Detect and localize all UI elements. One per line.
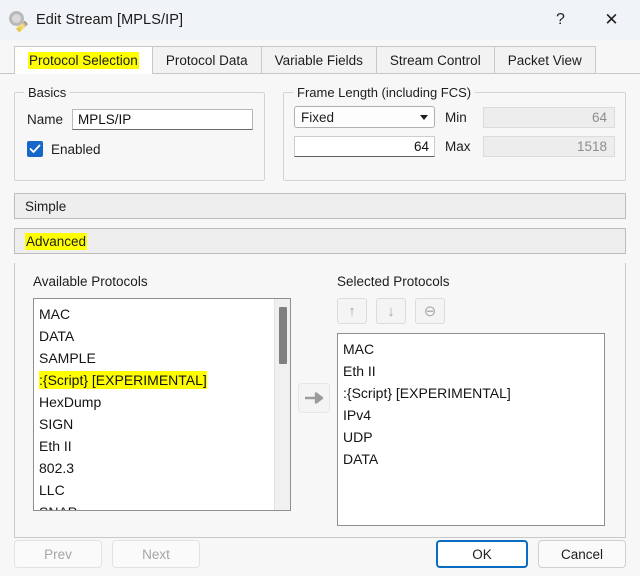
list-item-label: :{Script} [EXPERIMENTAL] (39, 371, 207, 389)
basics-group: Basics Name Enabled (14, 85, 265, 181)
list-item[interactable]: UDP (343, 426, 604, 448)
list-item-label: UDP (343, 429, 373, 445)
tab-variable-fields[interactable]: Variable Fields (260, 46, 377, 73)
window-titlebar: Edit Stream [MPLS/IP] ? ✕ (0, 0, 640, 40)
list-item-label: :{Script} [EXPERIMENTAL] (343, 385, 511, 401)
selected-protocols-items: MAC Eth II :{Script} [EXPERIMENTAL] IPv4… (338, 334, 604, 470)
tab-protocol-selection[interactable]: Protocol Selection (14, 46, 153, 74)
tab-stream-control-label: Stream Control (389, 53, 481, 68)
list-item-label: SIGN (39, 416, 74, 432)
tab-stream-control[interactable]: Stream Control (375, 46, 495, 73)
list-item[interactable]: MAC (343, 338, 604, 360)
frame-length-group-title: Frame Length (including FCS) (293, 85, 476, 100)
list-item-label: Eth II (39, 438, 72, 454)
enabled-checkbox[interactable] (27, 141, 43, 157)
list-item-label: DATA (343, 451, 379, 467)
list-item[interactable]: MAC (39, 303, 290, 325)
frame-value-row: Max 1518 (284, 136, 625, 157)
max-label: Max (445, 139, 471, 154)
simple-section-label: Simple (25, 198, 67, 214)
frame-length-mode-select[interactable]: Fixed (294, 106, 435, 128)
top-groups-row: Basics Name Enabled Frame Length (includ… (14, 85, 626, 181)
list-item[interactable]: :{Script} [EXPERIMENTAL] (343, 382, 604, 404)
selected-protocols-header: Selected Protocols (337, 274, 450, 289)
available-protocols-list[interactable]: MAC DATA SAMPLE :{Script} [EXPERIMENTAL]… (33, 298, 291, 511)
advanced-section-label: Advanced (25, 232, 88, 250)
list-item[interactable]: 802.3 (39, 457, 290, 479)
move-down-button[interactable]: ↓ (376, 298, 406, 324)
selected-protocols-column: Selected Protocols ↑ ↓ ⊖ MAC Eth II :{Sc… (337, 263, 625, 537)
selected-protocols-list[interactable]: MAC Eth II :{Script} [EXPERIMENTAL] IPv4… (337, 333, 605, 526)
list-item-label: IPv4 (343, 407, 372, 423)
cancel-button[interactable]: Cancel (538, 540, 626, 568)
prev-button[interactable]: Prev (14, 540, 102, 568)
list-item[interactable]: SNAP (39, 501, 290, 510)
tab-variable-fields-label: Variable Fields (274, 53, 363, 68)
frame-length-mode-value: Fixed (301, 109, 335, 125)
list-item-label: 802.3 (39, 460, 75, 476)
check-icon (29, 144, 41, 153)
frame-mode-row: Fixed Min 64 (284, 106, 625, 128)
transfer-column (291, 263, 337, 537)
tab-packet-view-label: Packet View (507, 53, 582, 68)
list-item[interactable]: SIGN (39, 413, 290, 435)
tab-protocol-data[interactable]: Protocol Data (151, 46, 262, 73)
list-item-label: MAC (343, 341, 375, 357)
enabled-label: Enabled (51, 141, 101, 157)
arrow-right-icon (305, 392, 324, 404)
list-item[interactable]: DATA (39, 325, 290, 347)
min-label: Min (445, 109, 467, 125)
list-item-label: DATA (39, 328, 75, 344)
add-protocol-button[interactable] (298, 383, 330, 413)
tab-protocol-selection-label: Protocol Selection (28, 52, 139, 69)
tab-protocol-data-label: Protocol Data (165, 53, 248, 68)
close-icon[interactable]: ✕ (589, 0, 634, 40)
max-value: 1518 (483, 136, 615, 157)
list-item[interactable]: Eth II (39, 435, 290, 457)
list-item-label: HexDump (39, 394, 102, 410)
advanced-protocols-panel: Available Protocols MAC DATA SAMPLE :{Sc… (14, 263, 626, 538)
available-protocols-header: Available Protocols (33, 274, 148, 289)
list-item[interactable]: :{Script} [EXPERIMENTAL] (39, 369, 290, 391)
advanced-section-header[interactable]: Advanced (14, 228, 626, 254)
frame-length-input[interactable] (294, 136, 435, 157)
list-item[interactable]: SAMPLE (39, 347, 290, 369)
next-button[interactable]: Next (112, 540, 200, 568)
scrollbar-thumb[interactable] (279, 307, 287, 365)
list-item-label: SAMPLE (39, 350, 96, 366)
list-item-label: Eth II (343, 363, 376, 379)
gear-pencil-icon (8, 10, 29, 33)
list-item[interactable]: LLC (39, 479, 290, 501)
selected-protocols-toolbar: ↑ ↓ ⊖ (337, 298, 605, 324)
available-list-scrollbar[interactable] (274, 299, 290, 510)
list-item[interactable]: HexDump (39, 391, 290, 413)
available-protocols-items: MAC DATA SAMPLE :{Script} [EXPERIMENTAL]… (34, 299, 290, 510)
list-item-label: SNAP (39, 504, 77, 510)
list-item-label: MAC (39, 306, 71, 322)
basics-group-title: Basics (24, 85, 71, 100)
name-row: Name (15, 109, 264, 130)
list-item[interactable]: IPv4 (343, 404, 604, 426)
min-value: 64 (483, 106, 615, 128)
simple-section-header[interactable]: Simple (14, 193, 626, 219)
move-up-button[interactable]: ↑ (337, 298, 367, 324)
help-button[interactable]: ? (538, 0, 583, 40)
available-protocols-column: Available Protocols MAC DATA SAMPLE :{Sc… (15, 263, 291, 537)
ok-button[interactable]: OK (436, 540, 528, 568)
dialog-footer: Prev Next OK Cancel (0, 532, 640, 576)
enabled-row[interactable]: Enabled (15, 141, 264, 157)
tab-packet-view[interactable]: Packet View (493, 46, 596, 73)
remove-button[interactable]: ⊖ (415, 298, 445, 324)
window-title: Edit Stream [MPLS/IP] (36, 12, 184, 28)
name-input[interactable] (72, 109, 254, 130)
name-label: Name (27, 112, 64, 127)
list-item[interactable]: Eth II (343, 360, 604, 382)
frame-length-group: Frame Length (including FCS) Fixed Min 6… (283, 85, 626, 181)
list-item-label: LLC (39, 482, 65, 498)
chevron-down-icon (420, 114, 428, 120)
list-item[interactable]: DATA (343, 448, 604, 470)
main-content: Basics Name Enabled Frame Length (includ… (0, 74, 640, 538)
tab-bar: Protocol Selection Protocol Data Variabl… (0, 46, 640, 74)
